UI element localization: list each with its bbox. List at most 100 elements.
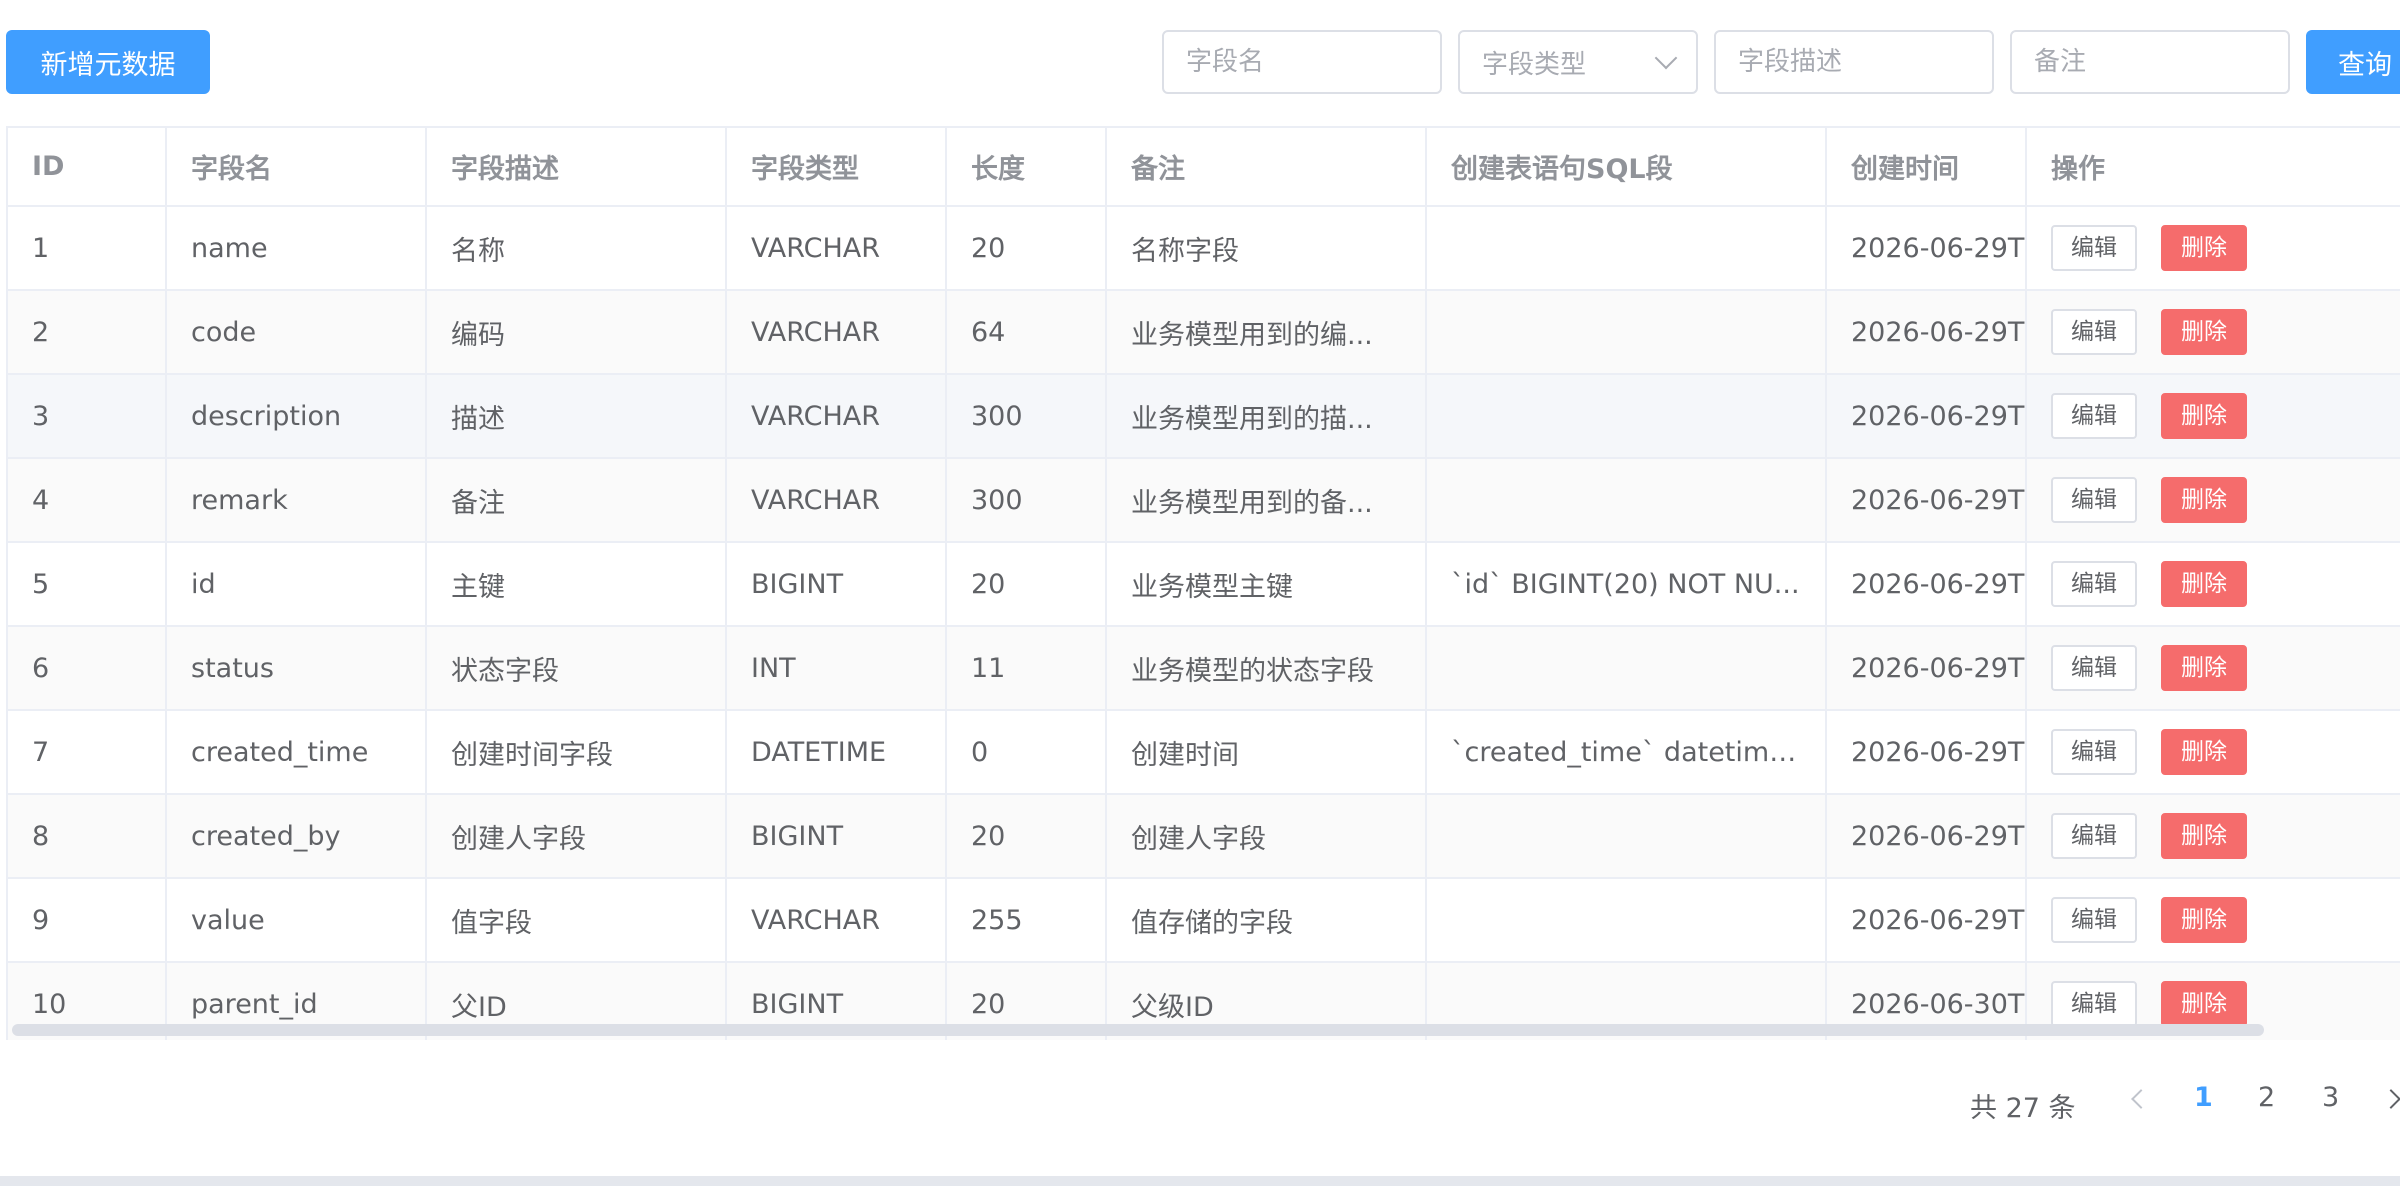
edit-button[interactable]: 编辑 [2051,813,2137,859]
prev-page-icon[interactable] [2131,1089,2151,1109]
cell-sql [1426,794,1827,879]
field-desc-input[interactable] [1738,47,1970,77]
edit-button[interactable]: 编辑 [2051,225,2137,271]
cell-length: 20 [946,794,1107,879]
cell-remark: 值存储的字段 [1106,878,1427,963]
table-row: 6 status 状态字段 INT 11 业务模型的状态字段 2026-06-29T 编辑 删除 [8,626,2400,711]
next-page-icon[interactable] [2381,1089,2400,1109]
cell-actions: 编辑 删除 [2026,290,2400,375]
table-row: 4 remark 备注 VARCHAR 300 业务模型用到的备... 2026-06-29… [8,458,2400,543]
cell-remark: 创建时间 [1106,710,1427,795]
column-header-id: ID [8,128,167,207]
delete-button[interactable]: 删除 [2161,309,2247,355]
page-2[interactable]: 2 [2258,1082,2275,1113]
metadata-table: ID 字段名 字段描述 字段类型 长度 备注 创建表语句SQL段 创建时间 操作… [6,126,2400,1040]
edit-button[interactable]: 编辑 [2051,309,2137,355]
query-button[interactable]: 查询 [2306,30,2400,94]
cell-field-desc: 创建人字段 [426,794,727,879]
cell-field-type: BIGINT [726,794,947,879]
delete-button[interactable]: 删除 [2161,897,2247,943]
field-name-input[interactable] [1186,47,1418,77]
add-metadata-button[interactable]: 新增元数据 [6,30,210,94]
column-header-actions: 操作 [2026,128,2400,207]
cell-field-name: name [166,206,427,291]
cell-remark: 业务模型主键 [1106,542,1427,627]
cell-sql [1426,878,1827,963]
cell-field-name: id [166,542,427,627]
cell-field-type: BIGINT [726,542,947,627]
cell-actions: 编辑 删除 [2026,542,2400,627]
cell-length: 0 [946,710,1107,795]
column-header-length: 长度 [946,128,1107,207]
cell-field-name: code [166,290,427,375]
cell-field-type: VARCHAR [726,878,947,963]
cell-field-desc: 主键 [426,542,727,627]
cell-created-time: 2026-06-29T [1826,542,2027,627]
cell-id: 8 [8,794,167,879]
cell-field-type: VARCHAR [726,458,947,543]
cell-created-time: 2026-06-29T [1826,206,2027,291]
column-header-field-type: 字段类型 [726,128,947,207]
edit-button[interactable]: 编辑 [2051,561,2137,607]
column-header-created-time: 创建时间 [1826,128,2027,207]
cell-field-name: created_by [166,794,427,879]
cell-id: 1 [8,206,167,291]
cell-actions: 编辑 删除 [2026,710,2400,795]
cell-field-type: DATETIME [726,710,947,795]
cell-length: 20 [946,206,1107,291]
page-1[interactable]: 1 [2194,1082,2213,1113]
table-row: 5 id 主键 BIGINT 20 业务模型主键 `id` BIGINT(20) NOT N… [8,542,2400,627]
cell-length: 64 [946,290,1107,375]
cell-created-time: 2026-06-29T [1826,710,2027,795]
remark-input-wrapper [2010,30,2290,94]
cell-actions: 编辑 删除 [2026,878,2400,963]
cell-field-desc: 状态字段 [426,626,727,711]
horizontal-scrollbar[interactable] [12,1024,2264,1036]
cell-length: 300 [946,374,1107,459]
cell-created-time: 2026-06-29T [1826,794,2027,879]
cell-length: 300 [946,458,1107,543]
edit-button[interactable]: 编辑 [2051,393,2137,439]
edit-button[interactable]: 编辑 [2051,477,2137,523]
cell-created-time: 2026-06-29T [1826,878,2027,963]
remark-input[interactable] [2034,47,2266,77]
cell-actions: 编辑 删除 [2026,794,2400,879]
column-header-field-name: 字段名 [166,128,427,207]
delete-button[interactable]: 删除 [2161,393,2247,439]
edit-button[interactable]: 编辑 [2051,729,2137,775]
edit-button[interactable]: 编辑 [2051,645,2137,691]
cell-field-desc: 编码 [426,290,727,375]
delete-button[interactable]: 删除 [2161,225,2247,271]
delete-button[interactable]: 删除 [2161,477,2247,523]
cell-remark: 名称字段 [1106,206,1427,291]
cell-field-type: VARCHAR [726,206,947,291]
delete-button[interactable]: 删除 [2161,729,2247,775]
cell-field-name: status [166,626,427,711]
cell-sql [1426,626,1827,711]
column-header-sql: 创建表语句SQL段 [1426,128,1827,207]
cell-actions: 编辑 删除 [2026,374,2400,459]
page-3[interactable]: 3 [2322,1082,2339,1113]
cell-remark: 业务模型用到的编... [1106,290,1427,375]
column-header-field-desc: 字段描述 [426,128,727,207]
delete-button[interactable]: 删除 [2161,981,2247,1027]
table-row: 8 created_by 创建人字段 BIGINT 20 创建人字段 2026-06-29T… [8,794,2400,879]
cell-field-desc: 名称 [426,206,727,291]
edit-button[interactable]: 编辑 [2051,981,2137,1027]
delete-button[interactable]: 删除 [2161,645,2247,691]
page-scrollbar[interactable] [0,1176,2400,1186]
delete-button[interactable]: 删除 [2161,561,2247,607]
cell-field-desc: 描述 [426,374,727,459]
cell-sql [1426,374,1827,459]
field-type-select[interactable]: 字段类型 [1458,30,1698,94]
cell-field-desc: 备注 [426,458,727,543]
total-count: 共 27 条 [1970,1092,2076,1124]
delete-button[interactable]: 删除 [2161,813,2247,859]
cell-sql: `created_time` datetime... [1426,710,1827,795]
table-row: 2 code 编码 VARCHAR 64 业务模型用到的编... 2026-06-29T 编辑… [8,290,2400,375]
cell-actions: 编辑 删除 [2026,206,2400,291]
cell-id: 6 [8,626,167,711]
edit-button[interactable]: 编辑 [2051,897,2137,943]
cell-field-name: value [166,878,427,963]
cell-length: 255 [946,878,1107,963]
